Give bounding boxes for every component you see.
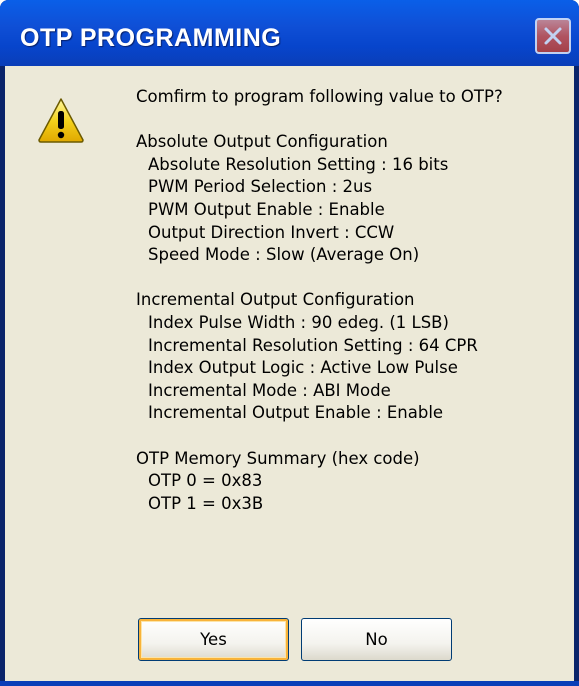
no-button-label: No [365, 630, 388, 649]
incremental-config-line: Index Pulse Width : 90 edeg. (1 LSB) [148, 312, 449, 332]
yes-button[interactable]: Yes [138, 618, 289, 661]
absolute-config-heading: Absolute Output Configuration [136, 132, 388, 152]
incremental-config-line: Incremental Resolution Setting : 64 CPR [148, 335, 478, 355]
dialog-body: Comfirm to program following value to OT… [5, 66, 574, 681]
absolute-config-line: Output Direction Invert : CCW [148, 222, 395, 242]
absolute-config-line: PWM Period Selection : 2us [148, 177, 373, 197]
incremental-config-heading: Incremental Output Configuration [136, 290, 415, 310]
window-title: OTP PROGRAMMING [20, 24, 282, 52]
prompt-text: Comfirm to program following value to OT… [136, 87, 503, 106]
warning-icon [37, 96, 85, 144]
title-bar[interactable]: OTP PROGRAMMING [0, 0, 579, 66]
absolute-config-line: Absolute Resolution Setting : 16 bits [148, 154, 449, 174]
yes-button-label: Yes [200, 630, 227, 649]
window-bottom-border [0, 681, 579, 686]
incremental-config-line: Index Output Logic : Active Low Pulse [148, 358, 458, 378]
memory-summary-heading: OTP Memory Summary (hex code) [136, 448, 420, 468]
absolute-config-line: PWM Output Enable : Enable [148, 199, 385, 219]
dialog-window: OTP PROGRAMMING Comfirm to program follo… [0, 0, 579, 686]
no-button[interactable]: No [301, 618, 452, 661]
memory-summary-line: OTP 0 = 0x83 [148, 471, 263, 491]
absolute-config-line: Speed Mode : Slow (Average On) [148, 245, 420, 265]
incremental-config-line: Incremental Output Enable : Enable [148, 403, 444, 423]
close-button[interactable] [535, 18, 571, 54]
memory-summary-line: OTP 1 = 0x3B [148, 493, 264, 513]
message-text: Comfirm to program following value to OT… [136, 86, 566, 515]
incremental-config-line: Incremental Mode : ABI Mode [148, 380, 391, 400]
